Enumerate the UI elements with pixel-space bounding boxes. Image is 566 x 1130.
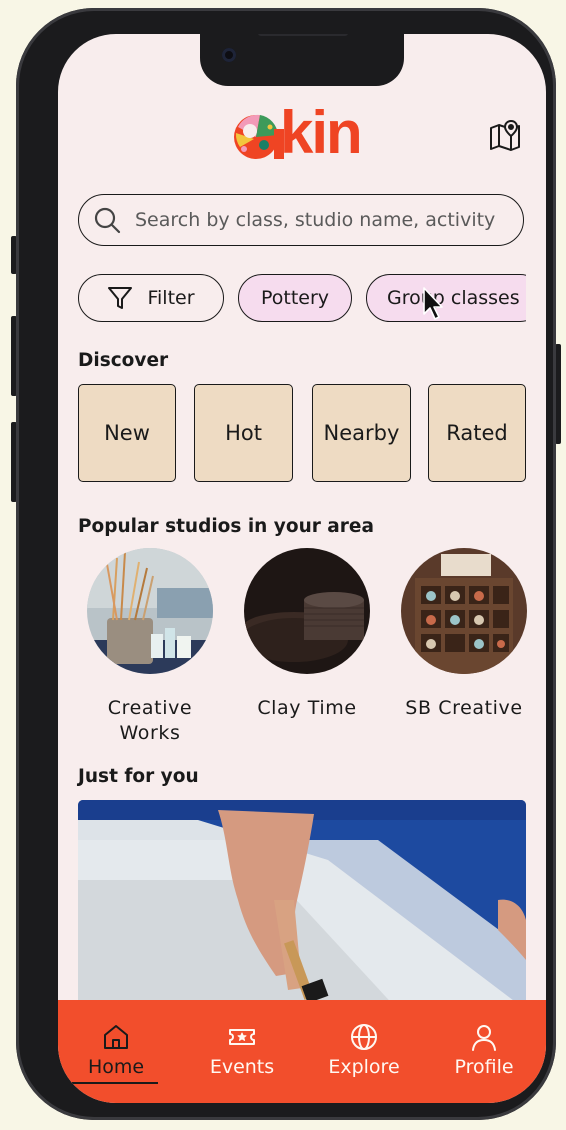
map-icon bbox=[490, 120, 520, 151]
tab-profile[interactable]: Profile bbox=[434, 1022, 534, 1078]
studio-name: Creative Works bbox=[107, 697, 193, 744]
tab-explore[interactable]: Explore bbox=[314, 1022, 414, 1078]
discover-tile-hot[interactable]: Hot bbox=[194, 384, 293, 482]
bottom-tab-bar: Home Events Explore Profile bbox=[58, 1000, 546, 1103]
brand-logo: kin bbox=[230, 99, 363, 166]
ticket-icon bbox=[229, 1029, 255, 1045]
just-for-you-card[interactable] bbox=[78, 800, 526, 1010]
camera bbox=[222, 48, 236, 62]
speaker bbox=[258, 34, 348, 36]
filter-icon bbox=[108, 287, 133, 309]
discover-title: Discover bbox=[78, 350, 169, 371]
app-screen: kin Search by class, studio name, activi… bbox=[58, 34, 546, 1103]
chip-pottery-label: Pottery bbox=[260, 287, 330, 309]
tab-profile-label: Profile bbox=[454, 1056, 514, 1078]
studio-card-creative-works[interactable]: Creative Works bbox=[80, 548, 220, 746]
tab-home[interactable]: Home bbox=[66, 1022, 166, 1078]
user-icon bbox=[472, 1025, 496, 1051]
filter-button[interactable]: Filter bbox=[78, 274, 224, 322]
logo-mark bbox=[230, 105, 286, 161]
discover-tile-nearby[interactable]: Nearby bbox=[312, 384, 411, 482]
search-bar[interactable]: Search by class, studio name, activity bbox=[78, 194, 524, 246]
just-for-you-title: Just for you bbox=[78, 766, 199, 787]
studio-card-clay-time[interactable]: Clay Time bbox=[237, 548, 377, 721]
discover-tile-new[interactable]: New bbox=[78, 384, 176, 482]
phone-frame: kin Search by class, studio name, activi… bbox=[16, 8, 556, 1120]
filter-chips: Filter Pottery Group classes bbox=[78, 274, 526, 324]
search-input[interactable]: Search by class, studio name, activity bbox=[135, 209, 495, 231]
studio-avatar bbox=[401, 548, 527, 674]
tab-home-label: Home bbox=[87, 1056, 145, 1078]
chip-group-classes-label: Group classes bbox=[387, 287, 520, 309]
studio-avatar bbox=[87, 548, 213, 674]
studio-name: SB Creative bbox=[405, 697, 523, 719]
active-tab-indicator bbox=[72, 1082, 158, 1084]
popular-studios-title: Popular studios in your area bbox=[78, 516, 374, 537]
notch bbox=[200, 34, 404, 86]
tab-events[interactable]: Events bbox=[192, 1022, 292, 1078]
discover-tile-label: Hot bbox=[225, 421, 262, 445]
chip-pottery[interactable]: Pottery bbox=[238, 274, 352, 322]
globe-icon bbox=[351, 1024, 377, 1050]
chip-group-classes[interactable]: Group classes bbox=[366, 274, 526, 322]
discover-tile-label: Rated bbox=[446, 421, 508, 445]
filter-label: Filter bbox=[147, 287, 195, 309]
discover-tile-label: Nearby bbox=[323, 421, 400, 445]
map-button[interactable] bbox=[488, 118, 522, 152]
search-icon bbox=[94, 207, 121, 234]
tab-events-label: Events bbox=[209, 1056, 275, 1078]
home-icon bbox=[104, 1025, 128, 1049]
tab-explore-label: Explore bbox=[328, 1056, 400, 1078]
studio-name: Clay Time bbox=[257, 697, 357, 719]
discover-tile-label: New bbox=[104, 421, 150, 445]
brand-name: kin bbox=[280, 99, 363, 166]
mouse-cursor-icon bbox=[423, 287, 443, 320]
studio-avatar bbox=[244, 548, 370, 674]
studio-card-sb-creative[interactable]: SB Creative bbox=[394, 548, 534, 721]
discover-tile-rated[interactable]: Rated bbox=[428, 384, 526, 482]
